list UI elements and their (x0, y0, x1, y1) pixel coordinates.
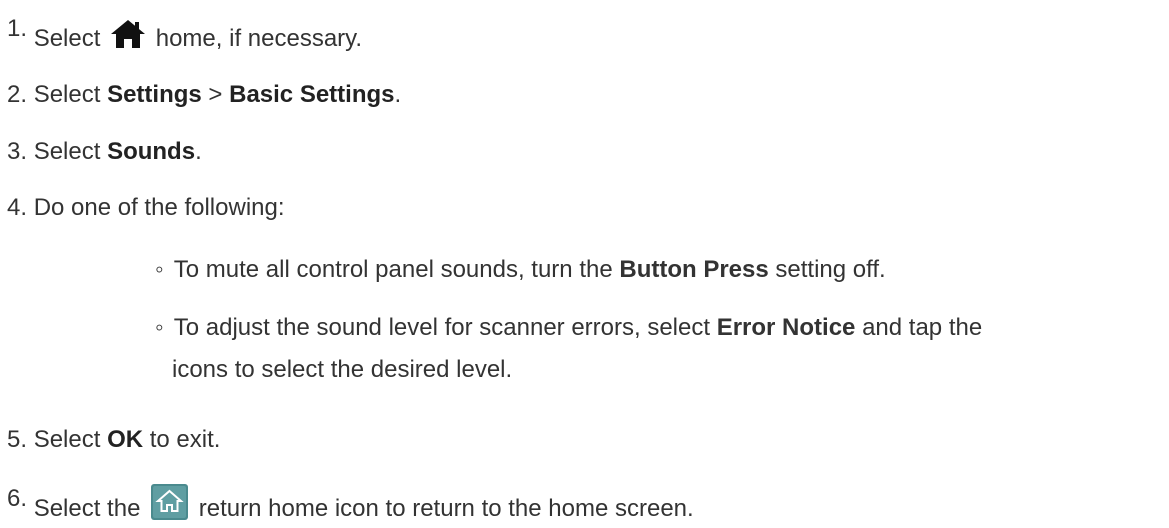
step-6-number: 6. (7, 485, 28, 512)
step-2-end: . (394, 81, 402, 108)
sub-item-1-text-after: setting off. (775, 256, 886, 283)
step-3-end: . (195, 138, 202, 165)
home-icon (111, 20, 146, 48)
sub-item-2-line2: icons to select the desired level. (172, 356, 513, 383)
step-6-text-before: Select the (33, 495, 141, 522)
sub-item-1-text-before: To mute all control panel sounds, turn t… (173, 256, 613, 283)
sounds-label: Sounds (107, 138, 196, 165)
step-3-number: 3. (7, 138, 28, 165)
return-home-icon (151, 484, 189, 520)
sub-item-error-notice: ◦ To adjust the sound level for scanner … (155, 307, 1165, 391)
step-6: 6. Select the return home icon to return… (7, 484, 694, 524)
step-6-text-after: return home icon to return to the home s… (198, 495, 694, 522)
step-1-text-after: home, if necessary. (155, 25, 363, 52)
bullet: ◦ (155, 314, 164, 341)
step-5: 5. Select OK to exit. (7, 425, 220, 455)
step-4-number: 4. (7, 194, 28, 221)
step-1: 1. Select home, if necessary. (7, 15, 363, 54)
error-notice-label: Error Notice (716, 314, 856, 341)
sub-item-2-text-before: To adjust the sound level for scanner er… (173, 314, 711, 341)
step-1-number: 1. (7, 15, 28, 42)
ok-label: OK (107, 426, 144, 453)
step-2: 2. Select Settings > Basic Settings. (7, 80, 401, 110)
step-2-number: 2. (7, 81, 28, 108)
sub-item-button-press: ◦ To mute all control panel sounds, turn… (155, 255, 886, 285)
step-2-text-before: Select (33, 81, 101, 108)
step-5-text-before: Select (33, 426, 101, 453)
button-press-label: Button Press (619, 256, 769, 283)
step-5-end: to exit. (149, 426, 221, 453)
step-4-text: Do one of the following: (33, 194, 285, 221)
step-1-text-before: Select (33, 25, 101, 52)
step-3: 3. Select Sounds. (7, 137, 202, 167)
step-4: 4. Do one of the following: (7, 193, 285, 223)
basic-settings-label: Basic Settings (229, 81, 395, 108)
breadcrumb-separator: > (208, 81, 223, 108)
bullet: ◦ (155, 256, 164, 283)
step-5-number: 5. (7, 426, 28, 453)
step-3-text-before: Select (33, 138, 101, 165)
settings-label: Settings (107, 81, 202, 108)
sub-item-2-text-after: and tap the (862, 314, 983, 341)
